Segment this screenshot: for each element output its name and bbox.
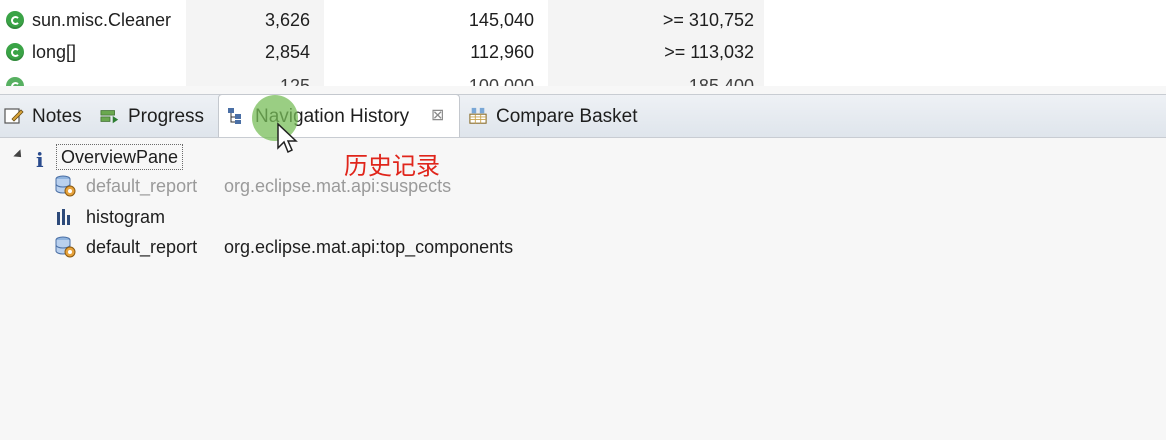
navigation-history-icon bbox=[228, 108, 241, 124]
table-row[interactable]: long[] 2,854 112,960 >= 113,032 bbox=[0, 36, 1166, 68]
retained-heap: >= 113,032 bbox=[664, 42, 754, 62]
collapse-arrow-icon[interactable] bbox=[13, 149, 25, 161]
tree-node-name: default_report bbox=[86, 176, 198, 196]
tree-node-name: default_report bbox=[86, 237, 198, 257]
class-icon bbox=[6, 77, 24, 86]
objects-count: 3,626 bbox=[264, 10, 310, 30]
shallow-heap: 100,000 bbox=[468, 76, 534, 86]
tab-compare-basket[interactable]: Compare Basket bbox=[468, 95, 658, 137]
tree-node-child[interactable]: default_report org.eclipse.mat.api:top_c… bbox=[0, 232, 620, 262]
class-icon bbox=[6, 11, 24, 29]
tab-progress[interactable]: Progress bbox=[100, 95, 212, 137]
tree-node-root[interactable]: i OverviewPane bbox=[0, 141, 300, 172]
tree-node-detail: org.eclipse.mat.api:top_components bbox=[224, 237, 514, 257]
report-icon bbox=[55, 236, 76, 258]
mouse-cursor-icon bbox=[277, 122, 298, 154]
tree-node-child[interactable]: default_report org.eclipse.mat.api:suspe… bbox=[0, 171, 600, 201]
class-icon bbox=[6, 43, 24, 61]
tree-node-name: histogram bbox=[86, 207, 166, 227]
retained-heap: >= 310,752 bbox=[662, 10, 754, 30]
tree-node-child[interactable]: histogram bbox=[0, 202, 600, 232]
annotation-label: 历史记录 bbox=[344, 153, 440, 180]
class-name: long[] bbox=[32, 42, 77, 62]
tab-notes[interactable]: Notes bbox=[4, 95, 94, 137]
notes-icon bbox=[4, 108, 24, 124]
histogram-table: sun.misc.Cleaner 3,626 145,040 >= 310,75… bbox=[0, 0, 1166, 86]
tab-compare-basket-label: Compare Basket bbox=[496, 106, 638, 127]
table-row[interactable]: sun.misc.Cleaner 3,626 145,040 >= 310,75… bbox=[0, 4, 1166, 36]
table-row-partial[interactable]: 125 100,000 185,400 bbox=[0, 70, 1166, 86]
histogram-icon bbox=[57, 209, 70, 225]
tab-progress-label: Progress bbox=[128, 106, 205, 127]
tree-node-label: OverviewPane bbox=[56, 144, 184, 170]
shallow-heap: 112,960 bbox=[470, 42, 534, 62]
close-icon[interactable]: ⊠ bbox=[431, 108, 445, 124]
objects-count: 2,854 bbox=[264, 42, 310, 62]
objects-count: 125 bbox=[279, 76, 310, 86]
view-tab-bar: Notes Progress Navigation History ⊠ Comp… bbox=[0, 94, 1166, 138]
tab-notes-label: Notes bbox=[32, 106, 82, 127]
navigation-history-tree: i OverviewPane default_report org.eclips… bbox=[0, 137, 1166, 440]
class-name: sun.misc.Cleaner bbox=[32, 10, 172, 30]
progress-icon bbox=[100, 110, 119, 124]
shallow-heap: 145,040 bbox=[468, 10, 534, 30]
report-icon bbox=[55, 175, 76, 197]
compare-basket-icon bbox=[469, 107, 487, 124]
retained-heap: 185,400 bbox=[688, 76, 754, 86]
